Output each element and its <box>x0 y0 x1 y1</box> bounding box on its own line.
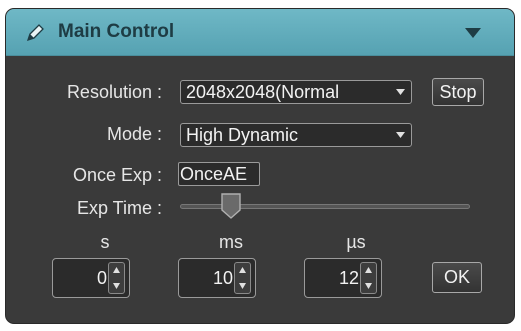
exp-time-label: Exp Time : <box>76 198 162 218</box>
decrement-icon[interactable] <box>113 283 120 289</box>
resolution-label: Resolution : <box>66 82 162 102</box>
unit-label-us: µs <box>346 232 366 252</box>
unit-label-ms: ms <box>219 232 243 252</box>
resolution-select-value: 2048x2048(Normal <box>186 82 340 102</box>
seconds-value[interactable]: 0 <box>53 259 107 297</box>
mode-label: Mode : <box>106 124 162 144</box>
milliseconds-value[interactable]: 10 <box>179 259 233 297</box>
panel-title: Main Control <box>58 21 175 42</box>
stop-button[interactable]: Stop <box>432 78 484 106</box>
panel-header[interactable]: Main Control <box>6 9 514 56</box>
increment-icon[interactable] <box>365 267 372 273</box>
microseconds-stepper-arrows[interactable] <box>360 262 377 294</box>
mode-select[interactable]: High Dynamic <box>180 123 412 147</box>
increment-icon[interactable] <box>113 267 120 273</box>
resolution-select[interactable]: 2048x2048(Normal <box>180 80 412 104</box>
milliseconds-stepper[interactable]: 10 <box>178 258 256 298</box>
once-exp-field[interactable]: OnceAE <box>178 162 260 186</box>
once-exp-label: Once Exp : <box>72 165 162 185</box>
milliseconds-stepper-arrows[interactable] <box>234 262 251 294</box>
ok-button[interactable]: OK <box>432 262 482 293</box>
chevron-down-icon <box>396 89 405 95</box>
unit-label-s: s <box>100 232 110 252</box>
seconds-stepper[interactable]: 0 <box>52 258 130 298</box>
decrement-icon[interactable] <box>239 283 246 289</box>
microseconds-stepper[interactable]: 12 <box>304 258 382 298</box>
triangle-down-icon[interactable] <box>464 27 482 39</box>
chevron-down-icon <box>396 132 405 138</box>
seconds-stepper-arrows[interactable] <box>108 262 125 294</box>
microseconds-value[interactable]: 12 <box>305 259 359 297</box>
mode-select-value: High Dynamic <box>186 125 299 145</box>
exp-time-slider-thumb[interactable] <box>220 192 242 220</box>
main-control-panel: Main Control Resolution : 2048x2048(Norm… <box>5 8 515 324</box>
increment-icon[interactable] <box>239 267 246 273</box>
decrement-icon[interactable] <box>365 283 372 289</box>
pencil-icon[interactable] <box>24 22 46 44</box>
